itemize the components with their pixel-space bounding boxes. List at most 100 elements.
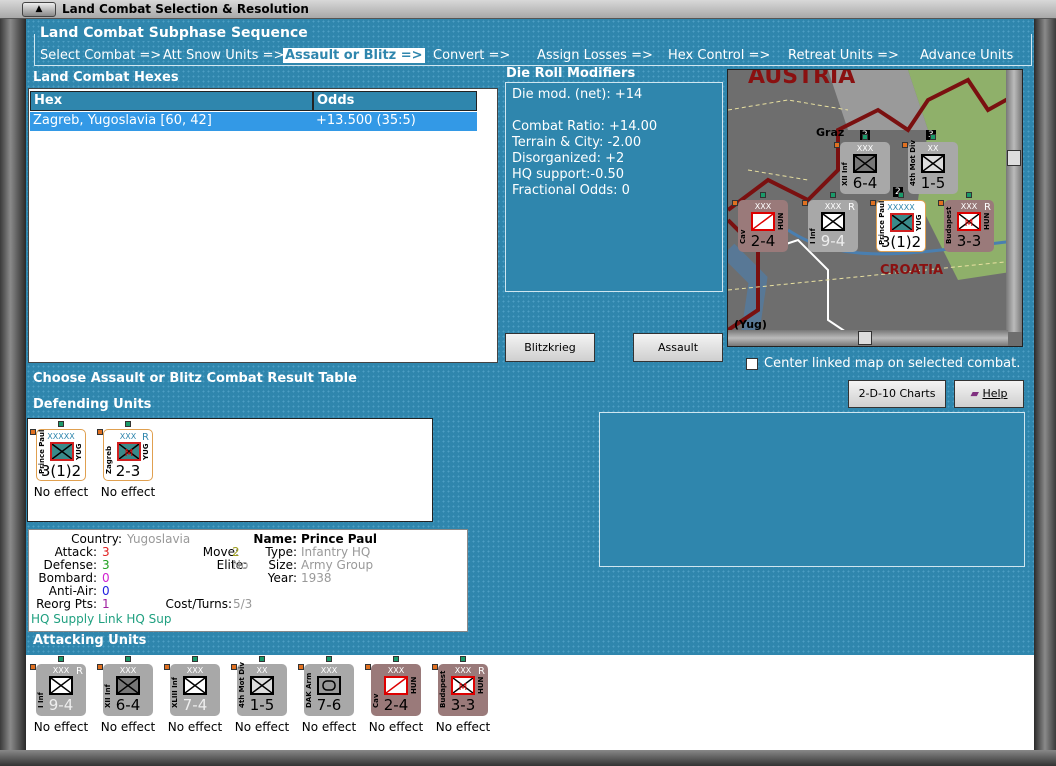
sequence-step: Convert => — [433, 48, 511, 63]
help-button[interactable]: ▰ Help — [954, 380, 1024, 408]
unit-name: DAK Arm — [305, 672, 313, 708]
unit-counter[interactable]: XXX 2-4 Cav HUN — [738, 200, 788, 252]
unit-size: XXX — [119, 666, 137, 675]
unit-counter[interactable]: XXX M 3-3 Budapest HUN R — [438, 664, 488, 716]
supply-dot-icon — [966, 192, 972, 198]
blitzkrieg-button[interactable]: Blitzkrieg — [505, 333, 595, 362]
combat-results-panel — [599, 412, 1025, 567]
center-map-label: Center linked map on selected combat. — [764, 356, 1021, 371]
reorg-value: 1 — [102, 597, 110, 611]
cost-value: 5/3 — [233, 597, 253, 611]
supply-dot-icon — [125, 656, 131, 662]
unit-counter[interactable]: XXX 2-4 Cav HUN — [371, 664, 421, 716]
defending-title: Defending Units — [33, 397, 152, 412]
unit-name: Prince Paul — [878, 200, 886, 245]
unit-nationality: YUG — [141, 443, 150, 461]
status-dot-icon — [938, 200, 944, 206]
supply-dot-icon — [862, 134, 868, 140]
unit-name: XII Inf — [841, 162, 849, 186]
unit-counter[interactable]: XXX M 2-3 Zagreb YUG R — [103, 429, 153, 481]
map-horizontal-scrollbar[interactable] — [728, 330, 1008, 346]
modifier-line: Die mod. (net): +14 — [512, 87, 643, 102]
unit-nationality: HUN — [409, 676, 418, 694]
unit-type-icon — [890, 213, 914, 232]
attacking-title: Attacking Units — [33, 633, 147, 648]
unit-info-panel: Country: Yugoslavia Attack: 3 Defense: 3 Bo… — [28, 529, 468, 632]
combat-effect: No effect — [368, 720, 424, 734]
status-dot-icon — [802, 200, 808, 206]
reserve-marker: R — [984, 202, 991, 213]
unit-size: XXX — [387, 666, 405, 675]
table-row-odds[interactable]: +13.500 (35:5) — [313, 112, 477, 131]
unit-type-icon — [183, 676, 207, 695]
unit-type-icon — [384, 676, 408, 695]
unit-counter[interactable]: XXXXX 3(1)2 Prince Paul YUG — [36, 429, 86, 481]
unit-counter[interactable]: XXX 7-4 XLIII Inf — [170, 664, 220, 716]
supply-dot-icon — [192, 656, 198, 662]
unit-size: XXX — [856, 144, 874, 153]
status-dot-icon — [231, 664, 237, 670]
country-value: Yugoslavia — [127, 532, 191, 546]
scroll-thumb[interactable] — [858, 331, 872, 345]
linked-map[interactable]: AUSTRIA Graz CROATIA (Yug) 2 3 2 XXX 6-4… — [727, 69, 1023, 347]
svg-text:M: M — [965, 218, 974, 229]
unit-type-icon — [116, 676, 140, 695]
unit-counter[interactable]: XXX 9-4 I Inf R — [36, 664, 86, 716]
modifier-line: Disorganized: +2 — [512, 151, 625, 166]
unit-counter[interactable]: XXX M 3-3 Budapest HUN R — [944, 200, 994, 252]
unit-counter[interactable]: XXX 9-4 I Inf R — [808, 200, 858, 252]
collapse-button[interactable]: ▲ — [22, 2, 56, 17]
reserve-marker: R — [142, 432, 149, 443]
combat-effect: No effect — [33, 720, 89, 734]
left-frame — [0, 19, 26, 766]
unit-size: XXX — [754, 202, 772, 211]
unit-type-icon — [921, 154, 945, 173]
right-frame — [1034, 19, 1056, 766]
unit-counter[interactable]: XXX 6-4 XII Inf — [840, 142, 890, 194]
die-roll-modifiers: Die mod. (net): +14 Combat Ratio: +14.00 T… — [505, 82, 723, 292]
modifier-line: Terrain & City: -2.00 — [512, 135, 642, 150]
unit-name: 4th Mot Div — [238, 662, 246, 708]
supply-dot-icon — [259, 656, 265, 662]
scroll-thumb[interactable] — [1007, 150, 1021, 166]
unit-counter[interactable]: XXXXX 3(1)2 Prince Paul YUG — [876, 200, 926, 252]
unit-counter[interactable]: XX 1-5 4th Mot Div — [908, 140, 958, 194]
unit-nationality: HUN — [476, 676, 485, 694]
unit-type-icon: M — [451, 676, 475, 695]
map-vertical-scrollbar[interactable] — [1006, 70, 1022, 332]
unit-counter[interactable]: XX 1-5 4th Mot Div — [237, 662, 287, 716]
unit-type-icon — [821, 212, 845, 231]
supply-dot-icon — [760, 192, 766, 198]
charts-button[interactable]: 2-D-10 Charts — [848, 380, 946, 408]
map-label-graz: Graz — [816, 126, 845, 139]
unit-counter[interactable]: XXX 6-4 XII Inf — [103, 664, 153, 716]
unit-nationality: HUN — [982, 212, 991, 230]
reorg-label: Reorg Pts: — [36, 597, 97, 611]
supply-status: HQ Supply Link HQ Sup — [31, 612, 172, 626]
column-odds[interactable]: Odds — [313, 91, 477, 111]
unit-name: XLIII Inf — [171, 677, 179, 708]
unit-name: Budapest — [945, 206, 953, 244]
assault-button[interactable]: Assault — [633, 333, 723, 362]
unit-type-icon — [751, 212, 775, 231]
modifier-line: Fractional Odds: 0 — [512, 183, 630, 198]
table-row-hex[interactable]: Zagreb, Yugoslavia [60, 42] — [30, 112, 313, 131]
column-hex[interactable]: Hex — [30, 91, 313, 111]
unit-type-icon — [317, 676, 341, 695]
combat-effect: No effect — [301, 720, 357, 734]
status-dot-icon — [298, 664, 304, 670]
hexes-title: Land Combat Hexes — [33, 70, 179, 85]
combat-effect: No effect — [167, 720, 223, 734]
sequence-step: Retreat Units => — [788, 48, 899, 63]
center-map-checkbox[interactable] — [746, 358, 758, 370]
modifier-line — [512, 103, 716, 119]
sequence-step: Advance Units — [920, 48, 1014, 63]
window-title: Land Combat Selection & Resolution — [62, 2, 309, 16]
sequence-step: Att Snow Units => — [163, 48, 285, 63]
svg-text:M: M — [125, 448, 134, 459]
reserve-marker: R — [848, 202, 855, 213]
combat-effect: No effect — [100, 485, 156, 499]
sequence-title: Land Combat Subphase Sequence — [40, 25, 310, 41]
unit-counter[interactable]: XXX 7-6 DAK Arm — [304, 664, 354, 716]
status-dot-icon — [732, 200, 738, 206]
